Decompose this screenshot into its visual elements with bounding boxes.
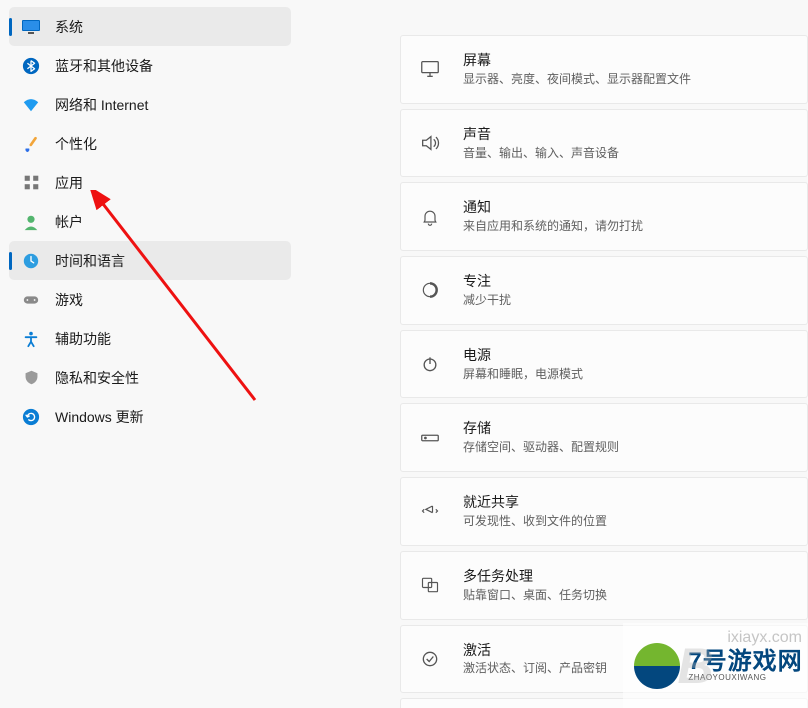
- setting-display[interactable]: 屏幕 显示器、亮度、夜间模式、显示器配置文件: [400, 35, 808, 104]
- watermark: B ixiayx.com 7号游戏网 ZHAOYOUXIWANG: [623, 623, 808, 708]
- sidebar-item-accessibility[interactable]: 辅助功能: [9, 319, 291, 358]
- sidebar-item-system[interactable]: 系统: [9, 7, 291, 46]
- setting-power[interactable]: 电源 屏幕和睡眠，电源模式: [400, 330, 808, 399]
- sidebar-item-personalize[interactable]: 个性化: [9, 124, 291, 163]
- setting-desc: 存储空间、驱动器、配置规则: [463, 439, 787, 456]
- sidebar-item-label: 帐户: [55, 212, 83, 232]
- shield-icon: [21, 368, 41, 388]
- watermark-subtitle: ZHAOYOUXIWANG: [688, 674, 802, 682]
- storage-icon: [419, 427, 441, 449]
- watermark-bg-url: ixiayx.com: [727, 629, 802, 647]
- check-circle-icon: [419, 648, 441, 670]
- sound-icon: [419, 132, 441, 154]
- setting-multitask[interactable]: 多任务处理 贴靠窗口、桌面、任务切换: [400, 551, 808, 620]
- setting-desc: 减少干扰: [463, 292, 787, 309]
- multitask-icon: [419, 574, 441, 596]
- sidebar-item-update[interactable]: Windows 更新: [9, 397, 291, 436]
- sidebar-item-time-lang[interactable]: 时间和语言: [9, 241, 291, 280]
- setting-focus[interactable]: 专注 减少干扰: [400, 256, 808, 325]
- accessibility-icon: [21, 329, 41, 349]
- setting-sound[interactable]: 声音 音量、输出、输入、声音设备: [400, 109, 808, 178]
- sidebar-item-privacy[interactable]: 隐私和安全性: [9, 358, 291, 397]
- sidebar-item-label: Windows 更新: [55, 407, 144, 427]
- setting-desc: 屏幕和睡眠，电源模式: [463, 366, 787, 383]
- watermark-title: 7号游戏网: [688, 650, 802, 674]
- update-icon: [21, 407, 41, 427]
- clock-globe-icon: [21, 251, 41, 271]
- sidebar-item-label: 个性化: [55, 134, 97, 154]
- setting-title: 专注: [463, 272, 787, 291]
- settings-list: 屏幕 显示器、亮度、夜间模式、显示器配置文件 声音 音量、输出、输入、声音设备: [400, 35, 808, 708]
- sidebar: 系统 蓝牙和其他设备 网络和 Internet 个性化 应用: [0, 0, 300, 708]
- sidebar-item-apps[interactable]: 应用: [9, 163, 291, 202]
- setting-title: 声音: [463, 125, 787, 144]
- brush-icon: [21, 134, 41, 154]
- gamepad-icon: [21, 290, 41, 310]
- sidebar-item-network[interactable]: 网络和 Internet: [9, 85, 291, 124]
- monitor-icon: [21, 17, 41, 37]
- wifi-icon: [21, 95, 41, 115]
- sidebar-item-bluetooth[interactable]: 蓝牙和其他设备: [9, 46, 291, 85]
- setting-storage[interactable]: 存储 存储空间、驱动器、配置规则: [400, 403, 808, 472]
- person-icon: [21, 212, 41, 232]
- setting-title: 通知: [463, 198, 787, 217]
- setting-title: 多任务处理: [463, 567, 787, 586]
- sidebar-item-gaming[interactable]: 游戏: [9, 280, 291, 319]
- main-content: 屏幕 显示器、亮度、夜间模式、显示器配置文件 声音 音量、输出、输入、声音设备: [300, 0, 808, 708]
- setting-desc: 音量、输出、输入、声音设备: [463, 145, 787, 162]
- apps-icon: [21, 173, 41, 193]
- setting-title: 存储: [463, 419, 787, 438]
- sidebar-item-label: 系统: [55, 17, 83, 37]
- setting-title: 就近共享: [463, 493, 787, 512]
- sidebar-item-label: 时间和语言: [55, 251, 125, 271]
- share-icon: [419, 500, 441, 522]
- setting-title: 屏幕: [463, 51, 787, 70]
- setting-desc: 显示器、亮度、夜间模式、显示器配置文件: [463, 71, 787, 88]
- sidebar-item-label: 应用: [55, 173, 83, 193]
- sidebar-item-label: 隐私和安全性: [55, 368, 139, 388]
- sidebar-item-label: 网络和 Internet: [55, 95, 148, 115]
- setting-title: 电源: [463, 346, 787, 365]
- setting-nearby[interactable]: 就近共享 可发现性、收到文件的位置: [400, 477, 808, 546]
- sidebar-item-label: 辅助功能: [55, 329, 111, 349]
- setting-desc: 贴靠窗口、桌面、任务切换: [463, 587, 787, 604]
- focus-icon: [419, 279, 441, 301]
- display-icon: [419, 58, 441, 80]
- setting-desc: 可发现性、收到文件的位置: [463, 513, 787, 530]
- sidebar-item-accounts[interactable]: 帐户: [9, 202, 291, 241]
- sidebar-item-label: 蓝牙和其他设备: [55, 56, 153, 76]
- setting-notifications[interactable]: 通知 来自应用和系统的通知，请勿打扰: [400, 182, 808, 251]
- bell-icon: [419, 206, 441, 228]
- power-icon: [419, 353, 441, 375]
- setting-desc: 来自应用和系统的通知，请勿打扰: [463, 218, 787, 235]
- watermark-emblem-icon: [634, 643, 680, 689]
- bluetooth-icon: [21, 56, 41, 76]
- sidebar-item-label: 游戏: [55, 290, 83, 310]
